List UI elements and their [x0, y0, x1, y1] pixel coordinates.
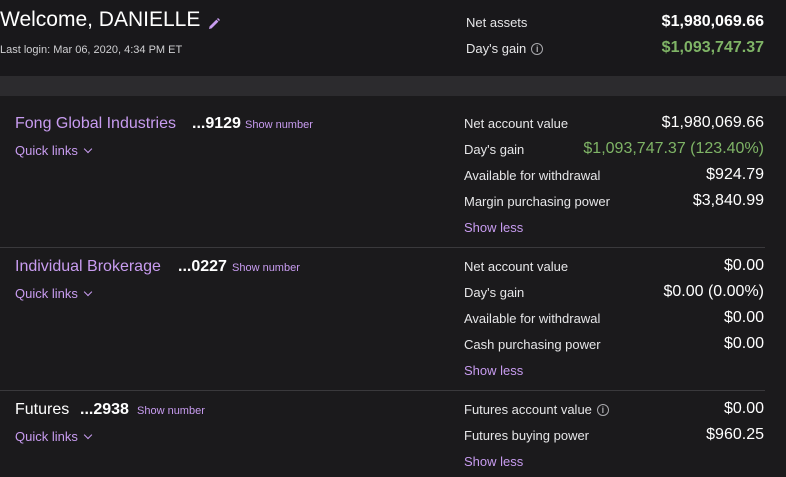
quick-links-dropdown[interactable]: Quick links	[15, 286, 93, 301]
divider	[0, 247, 765, 248]
row-value: $0.00	[723, 400, 764, 417]
chevron-down-icon	[83, 287, 93, 297]
row-label: Available for withdrawal	[464, 168, 601, 183]
header-summary: Welcome, DANIELLE Last login: Mar 06, 20…	[0, 0, 786, 76]
days-gain-label-text: Day's gain	[466, 41, 527, 56]
net-assets-label-text: Net assets	[466, 15, 528, 30]
row-label: Cash purchasing power	[464, 337, 601, 352]
show-number-link[interactable]: Show number	[232, 262, 300, 274]
row-label: Net account value	[464, 116, 569, 131]
account-name-link[interactable]: Fong Global Industries	[15, 115, 176, 133]
account-name: Futures	[15, 401, 70, 418]
show-less-link[interactable]: Show less	[464, 454, 523, 469]
divider	[0, 390, 765, 391]
row-value: $924.79	[706, 166, 764, 183]
row-label: Day's gain	[464, 142, 525, 157]
welcome-heading: Welcome, DANIELLE	[0, 8, 221, 32]
quick-links-dropdown[interactable]: Quick links	[15, 429, 93, 444]
welcome-text: Welcome, DANIELLE	[0, 8, 201, 31]
row-label: Available for withdrawal	[464, 311, 601, 326]
row-value-gain: $1,093,747.37 (123.40%)	[583, 140, 764, 157]
row-label: Day's gain	[464, 285, 525, 300]
row-label: Net account value	[464, 259, 569, 274]
row-value-gain: $0.00 (0.00%)	[663, 283, 764, 300]
quick-links-label: Quick links	[15, 286, 78, 301]
info-icon[interactable]: i	[531, 42, 544, 55]
row-label-futures-value: Futures account value i	[464, 402, 609, 417]
row-value: $1,980,069.66	[661, 114, 764, 131]
chevron-down-icon	[83, 430, 93, 440]
row-value: $0.00	[723, 309, 764, 326]
account-number: ...9129	[192, 115, 241, 132]
row-value: $0.00	[723, 335, 764, 352]
days-gain-label: Day's gain i	[466, 41, 544, 56]
show-number-link[interactable]: Show number	[137, 405, 205, 417]
row-value: $0.00	[723, 257, 764, 274]
section-separator-band	[0, 76, 786, 96]
row-label: Futures buying power	[464, 428, 590, 443]
quick-links-label: Quick links	[15, 429, 78, 444]
last-login-text: Last login: Mar 06, 2020, 4:34 PM ET	[0, 44, 183, 56]
account-number: ...2938	[80, 401, 129, 418]
show-less-link[interactable]: Show less	[464, 220, 523, 235]
quick-links-dropdown[interactable]: Quick links	[15, 143, 93, 158]
row-value: $960.25	[706, 426, 764, 443]
row-label: Margin purchasing power	[464, 194, 610, 209]
pencil-icon[interactable]	[207, 13, 221, 29]
days-gain-value: $1,093,747.37	[661, 39, 764, 56]
show-number-link[interactable]: Show number	[245, 119, 313, 131]
info-icon[interactable]: i	[596, 403, 609, 416]
chevron-down-icon	[83, 144, 93, 154]
account-number: ...0227	[178, 258, 227, 275]
show-less-link[interactable]: Show less	[464, 363, 523, 378]
quick-links-label: Quick links	[15, 143, 78, 158]
row-label-text: Futures account value	[464, 402, 592, 417]
account-name-link[interactable]: Individual Brokerage	[15, 258, 161, 276]
row-value: $3,840.99	[692, 192, 764, 209]
net-assets-value: $1,980,069.66	[661, 13, 764, 30]
net-assets-label: Net assets	[466, 15, 527, 30]
